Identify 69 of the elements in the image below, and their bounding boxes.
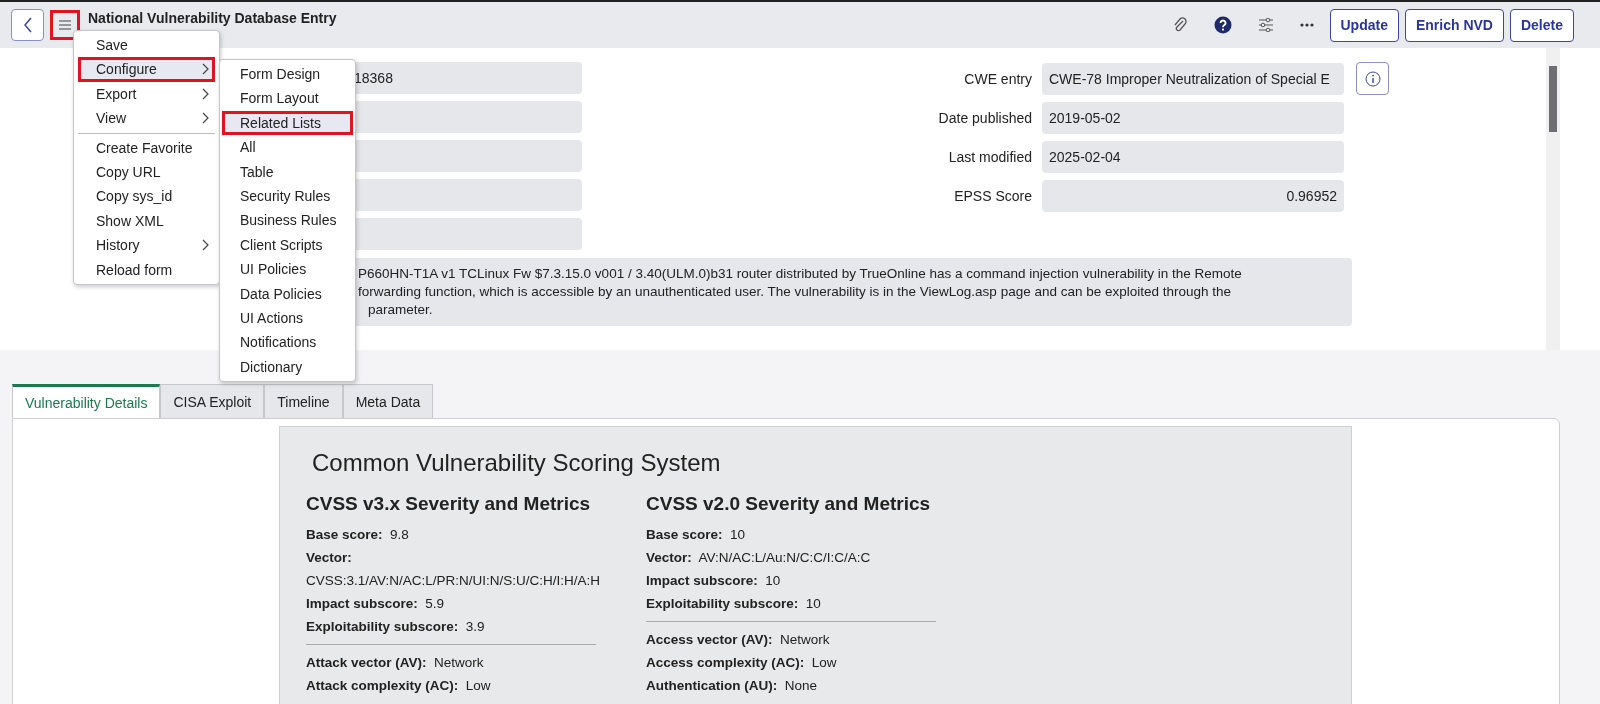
menu-item[interactable]: Form Layout: [222, 86, 353, 111]
metric-line: Authentication (AU): None: [646, 677, 818, 695]
menu-item[interactable]: View: [78, 106, 215, 131]
score-line: Exploitability subscore: 3.9: [306, 618, 486, 636]
menu-item[interactable]: Configure: [78, 57, 215, 82]
menu-icon: [59, 20, 71, 30]
score-line: Exploitability subscore: 10: [646, 595, 822, 613]
score-line: Base score: 10: [646, 526, 747, 544]
menu-item[interactable]: Show XML: [78, 208, 215, 234]
menu-item[interactable]: Table: [222, 159, 353, 184]
chevron-right-icon: [202, 239, 209, 252]
score-value: CVSS:3.1/AV:N/AC:L/PR:N/UI:N/S:U/C:H/I:H/A:H: [306, 572, 602, 590]
tab[interactable]: CISA Exploit: [160, 384, 265, 418]
scrollbar[interactable]: [1546, 48, 1560, 350]
menu-item[interactable]: All: [222, 135, 353, 160]
text-field[interactable]: CWE-78 Improper Neutralization of Special E: [1042, 62, 1344, 95]
menu-item[interactable]: Business Rules: [222, 208, 353, 233]
menu-item[interactable]: Copy sys_id: [78, 184, 215, 209]
section-heading: CVSS v2.0 Severity and Metrics: [646, 493, 932, 515]
metric-line: Access vector (AV): Network: [646, 631, 831, 649]
menu-item[interactable]: History: [78, 233, 215, 258]
action-button[interactable]: Update: [1329, 8, 1399, 42]
tab[interactable]: Timeline: [264, 384, 343, 418]
score-line: Impact subscore: 5.9: [306, 595, 446, 613]
info-button[interactable]: [1356, 62, 1389, 95]
more-icon[interactable]: [1299, 23, 1314, 27]
menu-button[interactable]: [50, 10, 80, 40]
menu-item[interactable]: Client Scripts: [222, 232, 353, 258]
menu-item[interactable]: Reload form: [78, 257, 215, 282]
chevron-right-icon: [202, 112, 209, 125]
field-label: Last modified: [947, 149, 1032, 165]
metric-line: Access complexity (AC): Low: [646, 654, 838, 672]
menu-item[interactable]: Security Rules: [222, 183, 353, 209]
settings-sliders-icon[interactable]: [1257, 18, 1274, 32]
metric-line: Attack complexity (AC): Low: [306, 677, 492, 695]
menu-item[interactable]: Export: [78, 81, 215, 107]
menu-item[interactable]: Form Design: [222, 62, 353, 87]
back-button[interactable]: [11, 9, 44, 41]
score-line: Base score: 9.8: [306, 526, 410, 544]
field-label: CWE entry: [963, 70, 1032, 87]
score-line: Impact subscore: 10: [646, 572, 782, 590]
help-icon[interactable]: [1213, 16, 1232, 34]
section-heading: CVSS v3.x Severity and Metrics: [306, 493, 592, 515]
metric-line: Attack vector (AV): Network: [306, 654, 485, 672]
menu-item[interactable]: Dictionary: [222, 354, 353, 380]
score-line: Vector:: [306, 549, 353, 567]
field-label: Date published: [937, 110, 1032, 126]
menu-item[interactable]: UI Actions: [222, 305, 353, 331]
menu-item[interactable]: Data Policies: [222, 281, 353, 306]
menu-item[interactable]: Save: [78, 33, 215, 58]
menu-item[interactable]: Create Favorite: [78, 135, 215, 160]
card-title: Common Vulnerability Scoring System: [312, 449, 722, 477]
menu-item[interactable]: UI Policies: [222, 257, 353, 282]
menu-item[interactable]: Copy URL: [78, 159, 215, 185]
menu-item[interactable]: Related Lists: [222, 110, 353, 136]
menu-item[interactable]: Notifications: [222, 330, 353, 355]
text-field[interactable]: 2025-02-04: [1042, 141, 1344, 173]
form-title: National Vulnerability Database Entry: [88, 11, 337, 25]
text-field[interactable]: 2019-05-02: [1042, 102, 1344, 134]
action-button[interactable]: Delete: [1509, 8, 1574, 42]
field-label: EPSS Score: [953, 188, 1032, 204]
chevron-right-icon: [202, 63, 209, 76]
tab[interactable]: Meta Data: [342, 384, 434, 418]
chevron-right-icon: [202, 87, 209, 100]
action-button[interactable]: Enrich NVD: [1404, 8, 1504, 42]
tab[interactable]: Vulnerability Details: [12, 384, 161, 418]
score-line: Vector: AV:N/AC:L/Au:N/C:C/I:C/A:C: [646, 549, 872, 567]
text-field[interactable]: 0.96952: [1042, 180, 1344, 212]
info-icon: [1364, 70, 1381, 87]
